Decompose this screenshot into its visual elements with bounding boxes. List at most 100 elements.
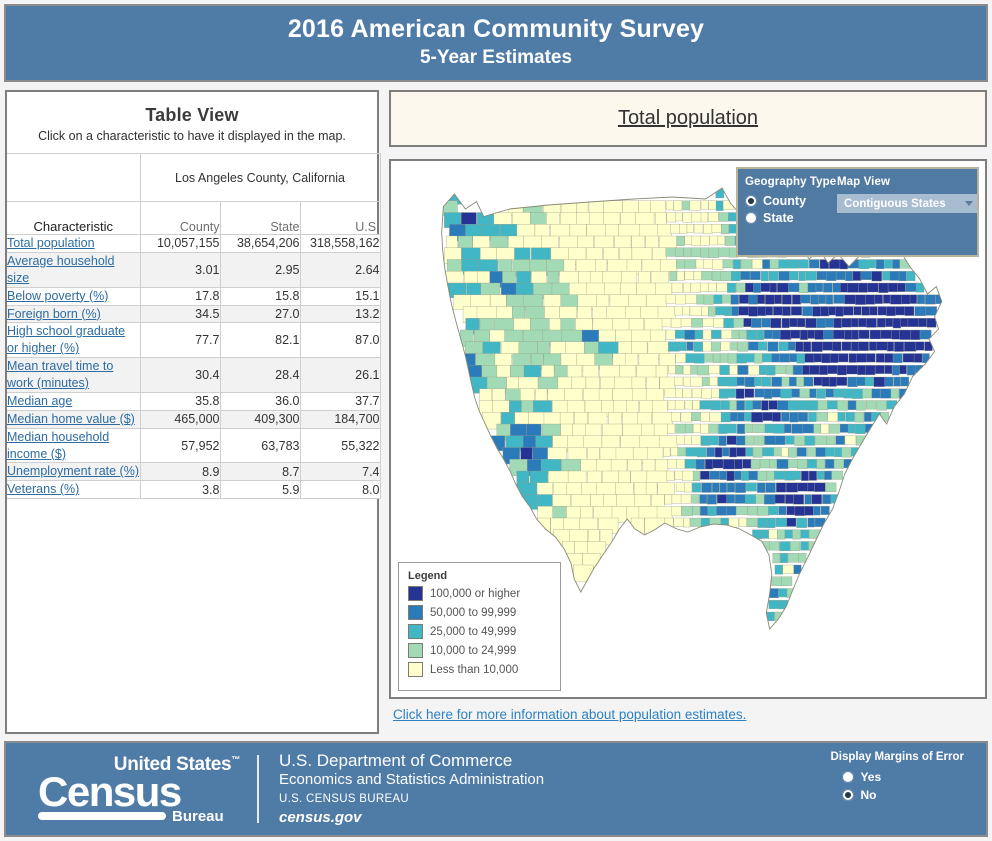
county-polygon[interactable]	[677, 447, 687, 457]
county-polygon[interactable]	[832, 341, 842, 352]
table-row[interactable]: Mean travel time to work (minutes) 30.4 28…	[7, 357, 381, 393]
county-polygon[interactable]	[746, 482, 757, 492]
county-polygon[interactable]	[875, 353, 885, 363]
county-polygon[interactable]	[777, 529, 786, 540]
county-polygon[interactable]	[752, 529, 762, 540]
county-polygon[interactable]	[701, 271, 712, 281]
county-polygon[interactable]	[665, 294, 677, 304]
county-polygon[interactable]	[708, 212, 719, 222]
county-polygon[interactable]	[822, 494, 832, 505]
county-polygon[interactable]	[787, 459, 798, 468]
county-polygon[interactable]	[671, 494, 682, 504]
county-polygon[interactable]	[894, 341, 905, 352]
county-polygon[interactable]	[722, 200, 734, 210]
county-polygon[interactable]	[731, 271, 741, 281]
county-polygon[interactable]	[899, 329, 912, 340]
county-polygon[interactable]	[751, 318, 762, 328]
county-polygon[interactable]	[706, 447, 715, 457]
county-polygon[interactable]	[736, 376, 745, 386]
county-polygon[interactable]	[873, 376, 886, 387]
county-polygon[interactable]	[709, 235, 719, 246]
county-polygon[interactable]	[789, 318, 798, 328]
county-polygon[interactable]	[719, 353, 729, 363]
radio-county-icon[interactable]	[745, 195, 757, 207]
county-polygon[interactable]	[837, 412, 846, 422]
county-polygon[interactable]	[727, 282, 736, 293]
county-polygon[interactable]	[664, 517, 674, 528]
county-polygon[interactable]	[813, 423, 821, 434]
county-polygon[interactable]	[682, 306, 691, 316]
table-row[interactable]: Total population 10,057,155 38,654,206 318,…	[7, 234, 381, 253]
county-polygon[interactable]	[813, 376, 823, 386]
county-polygon[interactable]	[667, 459, 678, 469]
county-polygon[interactable]	[767, 341, 779, 352]
county-polygon[interactable]	[784, 529, 793, 539]
county-polygon[interactable]	[692, 470, 701, 482]
county-polygon[interactable]	[766, 365, 776, 376]
county-polygon[interactable]	[869, 329, 882, 340]
county-polygon[interactable]	[760, 459, 770, 469]
county-polygon[interactable]	[731, 306, 739, 316]
county-polygon[interactable]	[813, 506, 821, 516]
county-polygon[interactable]	[766, 470, 775, 481]
county-polygon[interactable]	[719, 365, 730, 375]
county-polygon[interactable]	[794, 506, 806, 516]
county-polygon[interactable]	[847, 400, 857, 411]
county-polygon[interactable]	[871, 271, 882, 282]
county-polygon[interactable]	[719, 482, 727, 493]
county-polygon[interactable]	[886, 341, 894, 352]
county-polygon[interactable]	[714, 447, 723, 458]
county-polygon[interactable]	[693, 341, 704, 352]
county-polygon[interactable]	[904, 306, 915, 316]
table-row[interactable]: Unemployment rate (%) 8.9 8.7 7.4	[7, 462, 381, 482]
county-polygon[interactable]	[692, 423, 701, 433]
county-polygon[interactable]	[783, 423, 792, 434]
county-polygon[interactable]	[715, 188, 725, 199]
county-polygon[interactable]	[918, 318, 927, 328]
county-polygon[interactable]	[763, 611, 775, 622]
county-polygon[interactable]	[736, 282, 746, 293]
county-polygon[interactable]	[694, 329, 704, 340]
county-polygon[interactable]	[826, 271, 837, 281]
county-polygon[interactable]	[768, 400, 778, 410]
county-polygon[interactable]	[857, 365, 867, 376]
table-row[interactable]: Average household size 3.01 2.95 2.64	[7, 251, 381, 288]
county-polygon[interactable]	[852, 271, 862, 281]
county-polygon[interactable]	[823, 282, 833, 293]
county-polygon[interactable]	[807, 482, 815, 492]
county-polygon[interactable]	[774, 435, 786, 445]
county-polygon[interactable]	[674, 306, 684, 316]
characteristic-link[interactable]: Foreign born (%)	[7, 307, 101, 321]
county-polygon[interactable]	[720, 400, 731, 410]
county-polygon[interactable]	[858, 282, 868, 293]
county-polygon[interactable]	[772, 329, 781, 340]
county-polygon[interactable]	[781, 294, 792, 305]
county-polygon[interactable]	[710, 341, 721, 352]
county-polygon[interactable]	[736, 506, 748, 515]
county-polygon[interactable]	[573, 564, 594, 583]
county-polygon[interactable]	[914, 306, 927, 316]
county-polygon[interactable]	[869, 306, 878, 316]
county-polygon[interactable]	[915, 341, 925, 351]
county-polygon[interactable]	[781, 412, 790, 422]
county-polygon[interactable]	[880, 388, 892, 399]
county-polygon[interactable]	[878, 282, 889, 293]
county-polygon[interactable]	[665, 200, 674, 211]
county-polygon[interactable]	[871, 388, 881, 399]
county-polygon[interactable]	[746, 329, 757, 340]
county-polygon[interactable]	[897, 282, 906, 292]
county-polygon[interactable]	[726, 494, 736, 504]
county-polygon[interactable]	[684, 423, 694, 434]
county-polygon[interactable]	[684, 459, 697, 469]
county-polygon[interactable]	[682, 388, 692, 399]
county-polygon[interactable]	[821, 353, 831, 364]
population-estimates-link[interactable]: Click here for more information about po…	[393, 707, 746, 722]
county-polygon[interactable]	[737, 365, 749, 375]
county-polygon[interactable]	[777, 400, 789, 411]
county-polygon[interactable]	[744, 388, 755, 398]
county-polygon[interactable]	[804, 435, 815, 446]
county-polygon[interactable]	[676, 259, 686, 269]
county-polygon[interactable]	[808, 400, 819, 411]
county-polygon[interactable]	[811, 341, 823, 352]
county-polygon[interactable]	[667, 400, 676, 410]
